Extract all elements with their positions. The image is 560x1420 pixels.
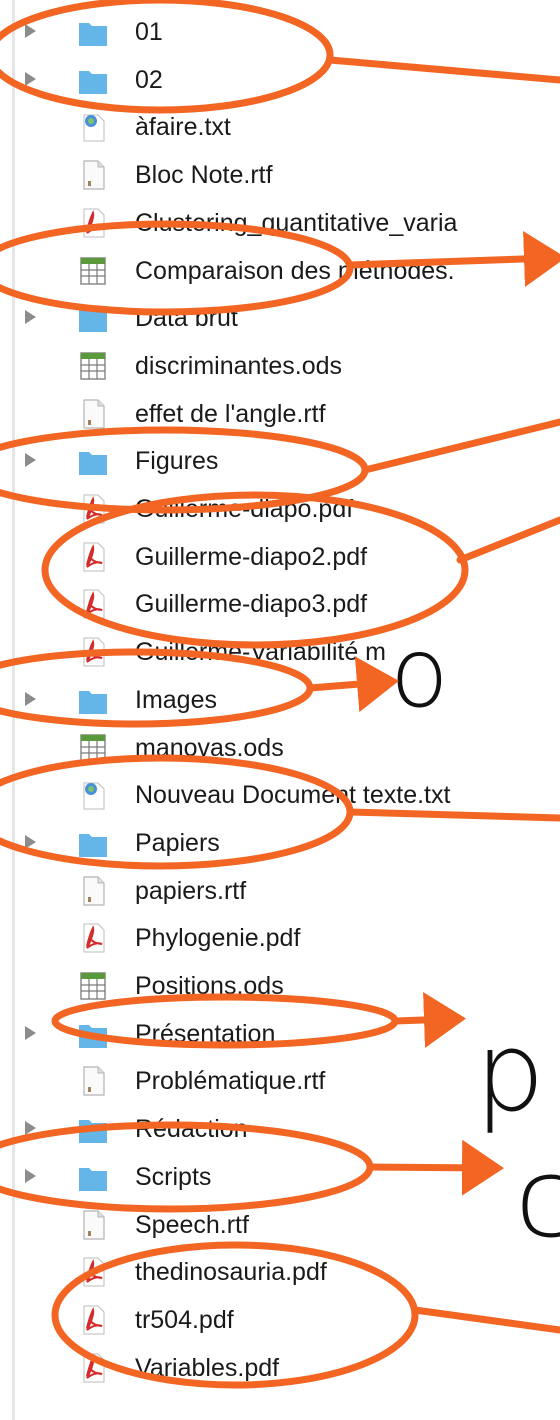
arrow-line-01-02 [326,56,560,84]
ellipse-pdf-pair [51,1241,419,1389]
arrow-line-guillerme [456,516,560,564]
ellipse-images [0,648,314,728]
arrow-line-data-brut [346,230,560,287]
arrow-line-scripts [366,1139,504,1196]
ellipse-folders-01-02 [0,0,334,114]
arrow-line-figures [361,418,560,474]
arrow-line-pdf-pair [411,1306,560,1334]
ellipse-scripts [0,1121,374,1213]
arrow-line-presentation [391,991,466,1048]
ellipse-guillerme-diapo [41,491,469,649]
ellipse-presentation [51,993,399,1049]
ellipse-data-brut [0,220,354,316]
annotation-overlay [0,0,560,1389]
ellipse-papiers [0,754,354,870]
arrow-line-papiers [346,808,560,822]
arrow-line-images [306,656,399,713]
